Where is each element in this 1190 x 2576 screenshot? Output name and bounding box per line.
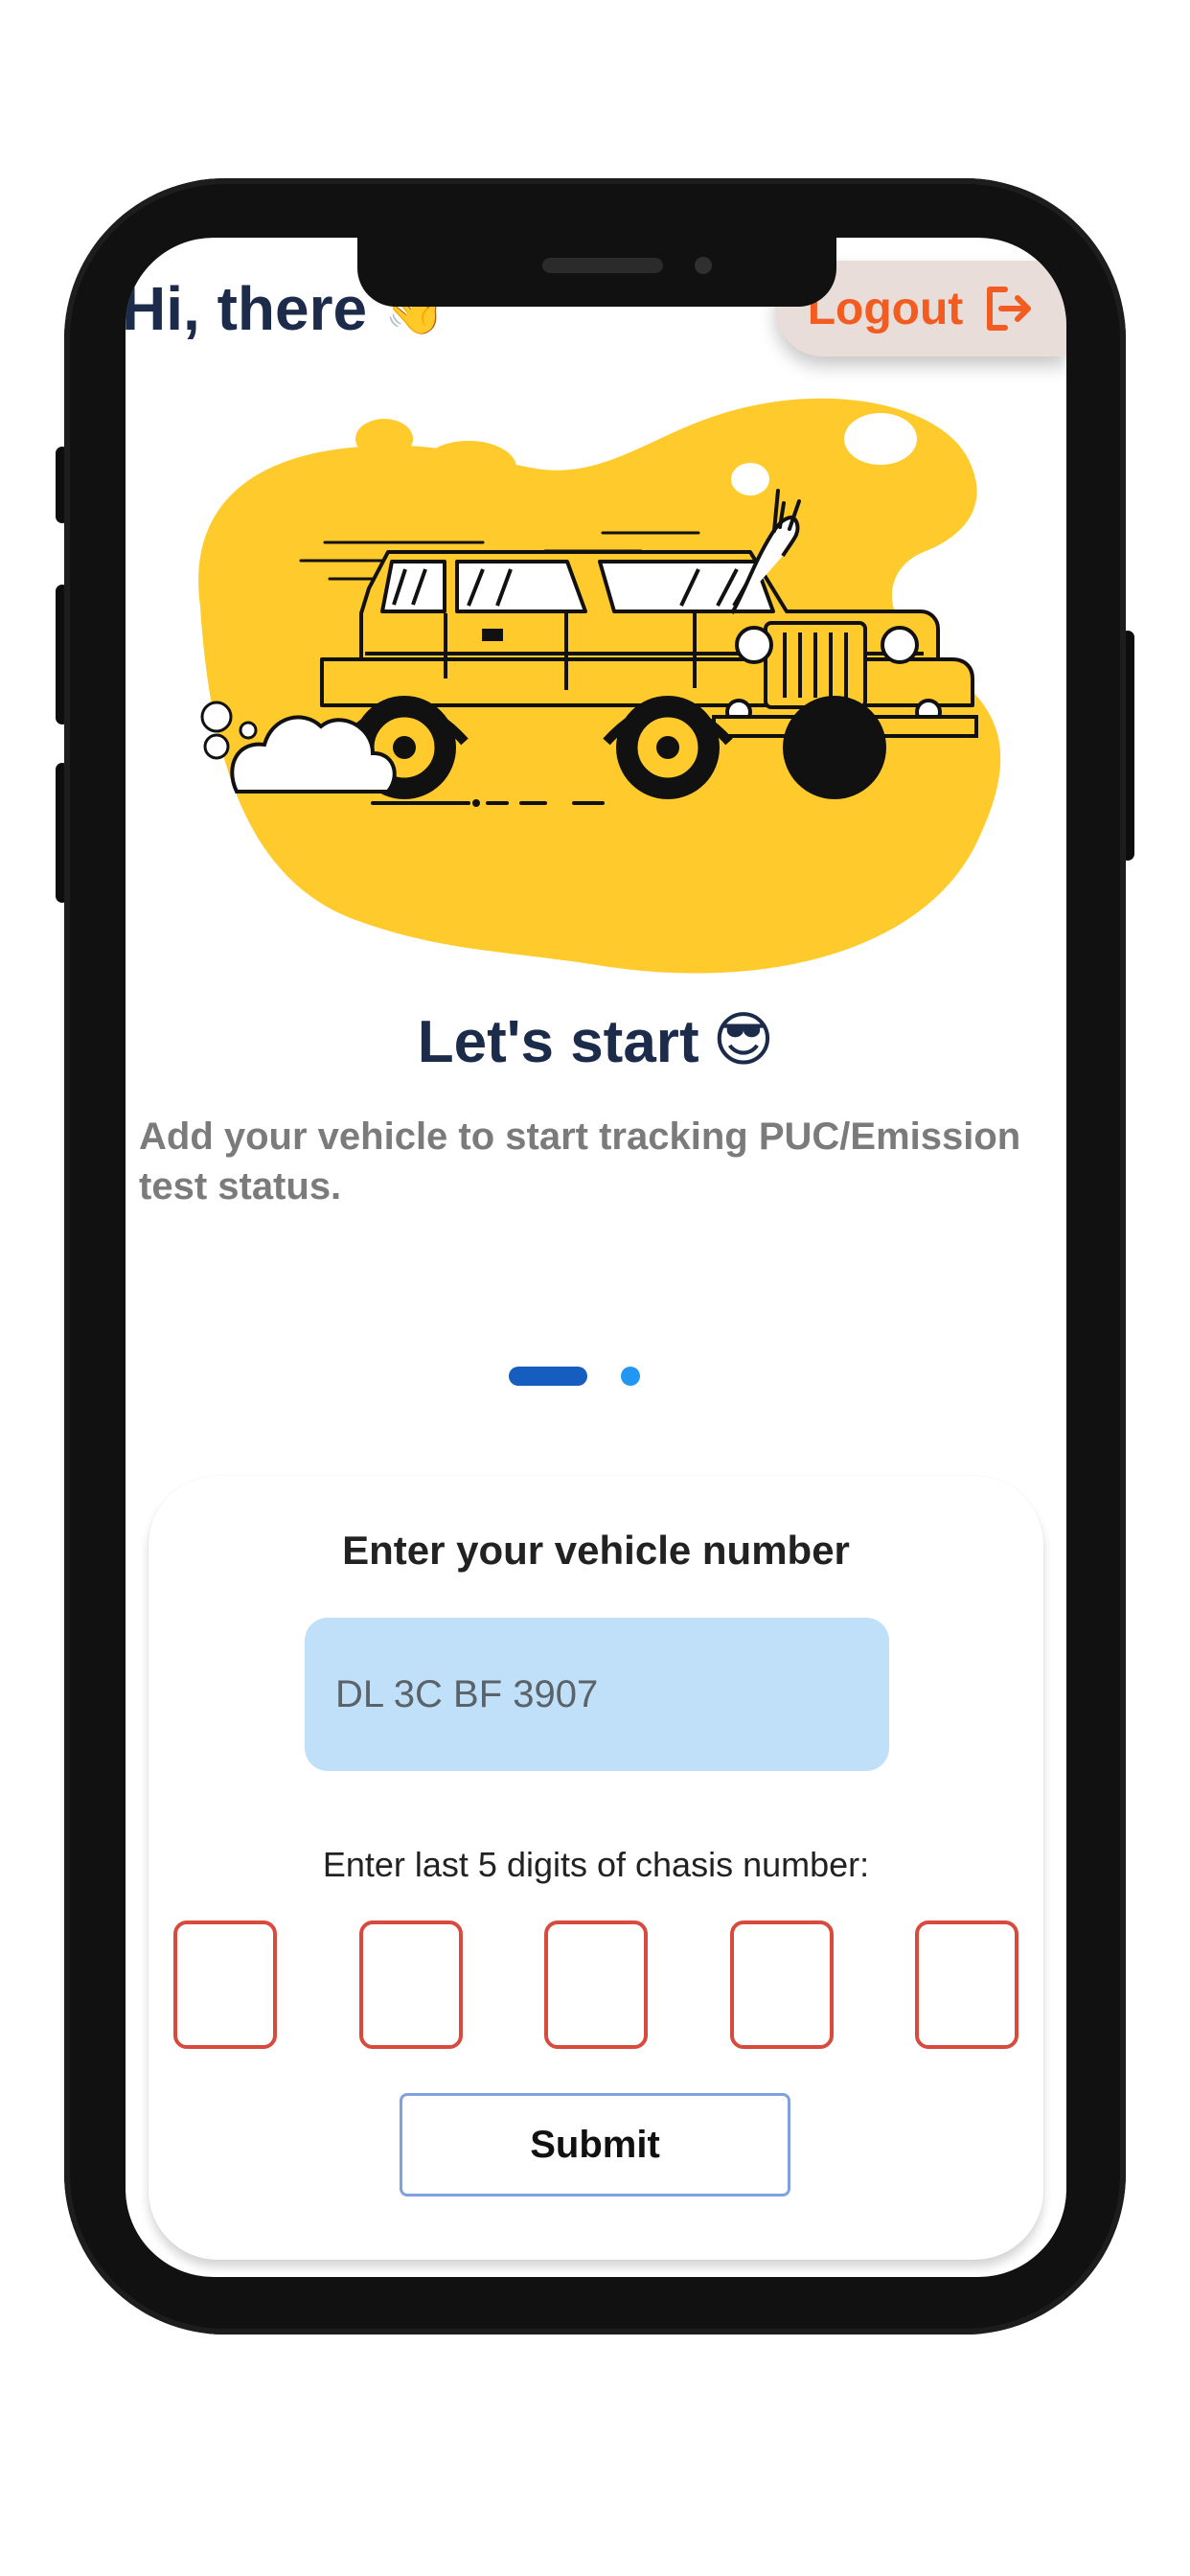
chassis-digit-input[interactable] (729, 1920, 834, 2049)
greeting-text: Hi, there (126, 274, 368, 343)
onboarding-pagination (126, 1365, 1066, 1388)
chassis-digit-input[interactable] (544, 1920, 648, 2049)
chassis-number-label: Enter last 5 digits of chasis number: (322, 1845, 870, 1884)
logout-label: Logout (807, 283, 964, 334)
chassis-digit-input[interactable] (358, 1920, 463, 2049)
phone-mockup-page: Hi, there 👋 Logout Let's start 😎 Add you… (0, 0, 1190, 2576)
front-camera (695, 257, 712, 274)
onboarding-title: Let's start 😎 (126, 1004, 1066, 1079)
vehicle-number-label: Enter your vehicle number (342, 1528, 850, 1573)
speaker-grille (542, 258, 663, 273)
sunglasses-icon: 😎 (712, 1007, 775, 1073)
chassis-digit-input[interactable] (173, 1920, 277, 2049)
onboarding-subtitle: Add your vehicle to start tracking PUC/E… (139, 1116, 1021, 1208)
app-screen: Hi, there 👋 Logout Let's start 😎 Add you… (126, 238, 1066, 2277)
chassis-digit-input[interactable] (915, 1920, 1018, 2049)
submit-button[interactable]: Submit (400, 2093, 790, 2196)
onboarding-title-text: Let's start (417, 1009, 699, 1075)
vehicle-form-card: Enter your vehicle number Enter last 5 d… (149, 1476, 1043, 2260)
logout-icon (987, 287, 1032, 331)
vehicle-number-input[interactable] (305, 1618, 889, 1771)
phone-notch (357, 238, 836, 307)
chassis-digit-inputs (173, 1920, 1018, 2049)
inactive-page-dot[interactable] (621, 1367, 640, 1386)
active-page-dot[interactable] (509, 1367, 587, 1386)
jeep-illustration (198, 398, 1001, 974)
